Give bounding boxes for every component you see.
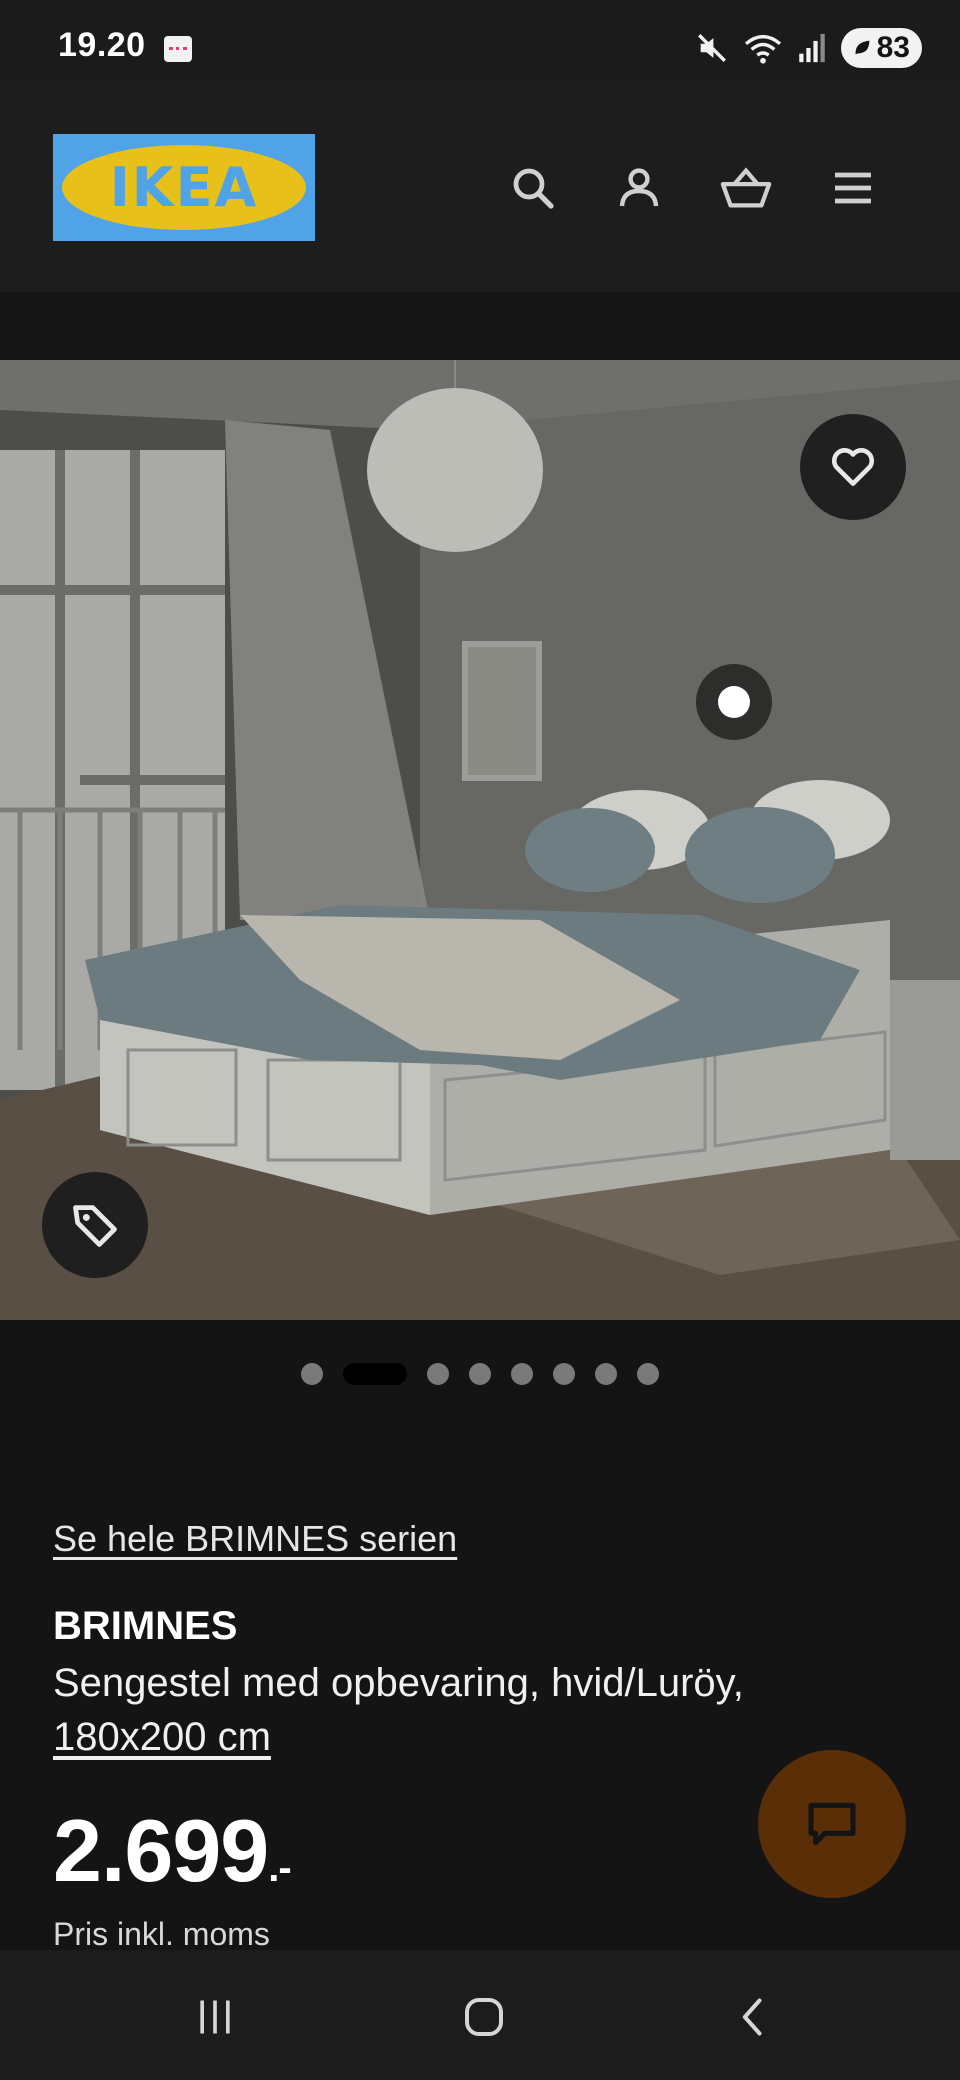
price-note: Pris inkl. moms bbox=[53, 1916, 270, 1952]
menu-button[interactable] bbox=[821, 156, 885, 220]
back-icon bbox=[742, 1998, 762, 2036]
status-icons: 83 bbox=[695, 28, 922, 68]
carousel-dot-active[interactable] bbox=[343, 1363, 407, 1385]
logo-text: IKEA bbox=[109, 156, 259, 219]
chat-icon bbox=[808, 1802, 856, 1846]
battery-level: 83 bbox=[876, 31, 910, 64]
battery-icon: 83 bbox=[840, 28, 922, 68]
chat-button[interactable] bbox=[758, 1750, 906, 1898]
search-icon bbox=[513, 168, 554, 209]
product-size-link[interactable]: 180x200 cm bbox=[53, 1715, 271, 1759]
heart-icon bbox=[831, 448, 875, 486]
wifi-icon bbox=[744, 34, 781, 64]
product-description-text: Sengestel med opbevaring, hvid/Luröy, bbox=[53, 1661, 744, 1705]
price-tag-button[interactable] bbox=[42, 1172, 148, 1278]
recent-apps-button[interactable] bbox=[175, 1985, 255, 2049]
price-tag-icon bbox=[73, 1205, 117, 1247]
back-button[interactable] bbox=[714, 1985, 794, 2049]
carousel-indicator[interactable] bbox=[0, 1362, 960, 1386]
carousel-dot[interactable] bbox=[469, 1363, 491, 1385]
product-description: Sengestel med opbevaring, hvid/Luröy, 18… bbox=[53, 1656, 873, 1764]
basket-icon bbox=[720, 167, 772, 208]
ikea-logo[interactable]: IKEA bbox=[53, 134, 315, 241]
account-button[interactable] bbox=[607, 156, 671, 220]
recent-apps-icon bbox=[200, 2000, 230, 2034]
hotspot-dot bbox=[718, 686, 750, 718]
product-hotspot[interactable] bbox=[696, 664, 772, 740]
home-icon bbox=[465, 1998, 503, 2036]
carousel-dot[interactable] bbox=[301, 1363, 323, 1385]
carousel-dot[interactable] bbox=[595, 1363, 617, 1385]
price-value: 2.699 bbox=[53, 1801, 269, 1900]
basket-button[interactable] bbox=[714, 156, 778, 220]
header-divider-strip bbox=[0, 292, 960, 360]
series-link[interactable]: Se hele BRIMNES serien bbox=[53, 1518, 457, 1560]
notification-app-icon bbox=[164, 36, 192, 62]
carousel-dot[interactable] bbox=[553, 1363, 575, 1385]
favorite-button[interactable] bbox=[800, 414, 906, 520]
product-name: BRIMNES bbox=[53, 1604, 238, 1648]
signal-icon bbox=[798, 33, 825, 63]
menu-icon bbox=[835, 172, 871, 204]
mute-icon bbox=[697, 34, 726, 62]
status-time: 19.20 bbox=[58, 26, 146, 64]
product-price: 2.699.- bbox=[53, 1800, 292, 1902]
carousel-dot[interactable] bbox=[511, 1363, 533, 1385]
home-button[interactable] bbox=[444, 1985, 524, 2049]
search-button[interactable] bbox=[501, 156, 565, 220]
price-suffix: .- bbox=[268, 1846, 291, 1890]
account-icon bbox=[619, 168, 659, 207]
carousel-dot[interactable] bbox=[637, 1363, 659, 1385]
carousel-dot[interactable] bbox=[427, 1363, 449, 1385]
